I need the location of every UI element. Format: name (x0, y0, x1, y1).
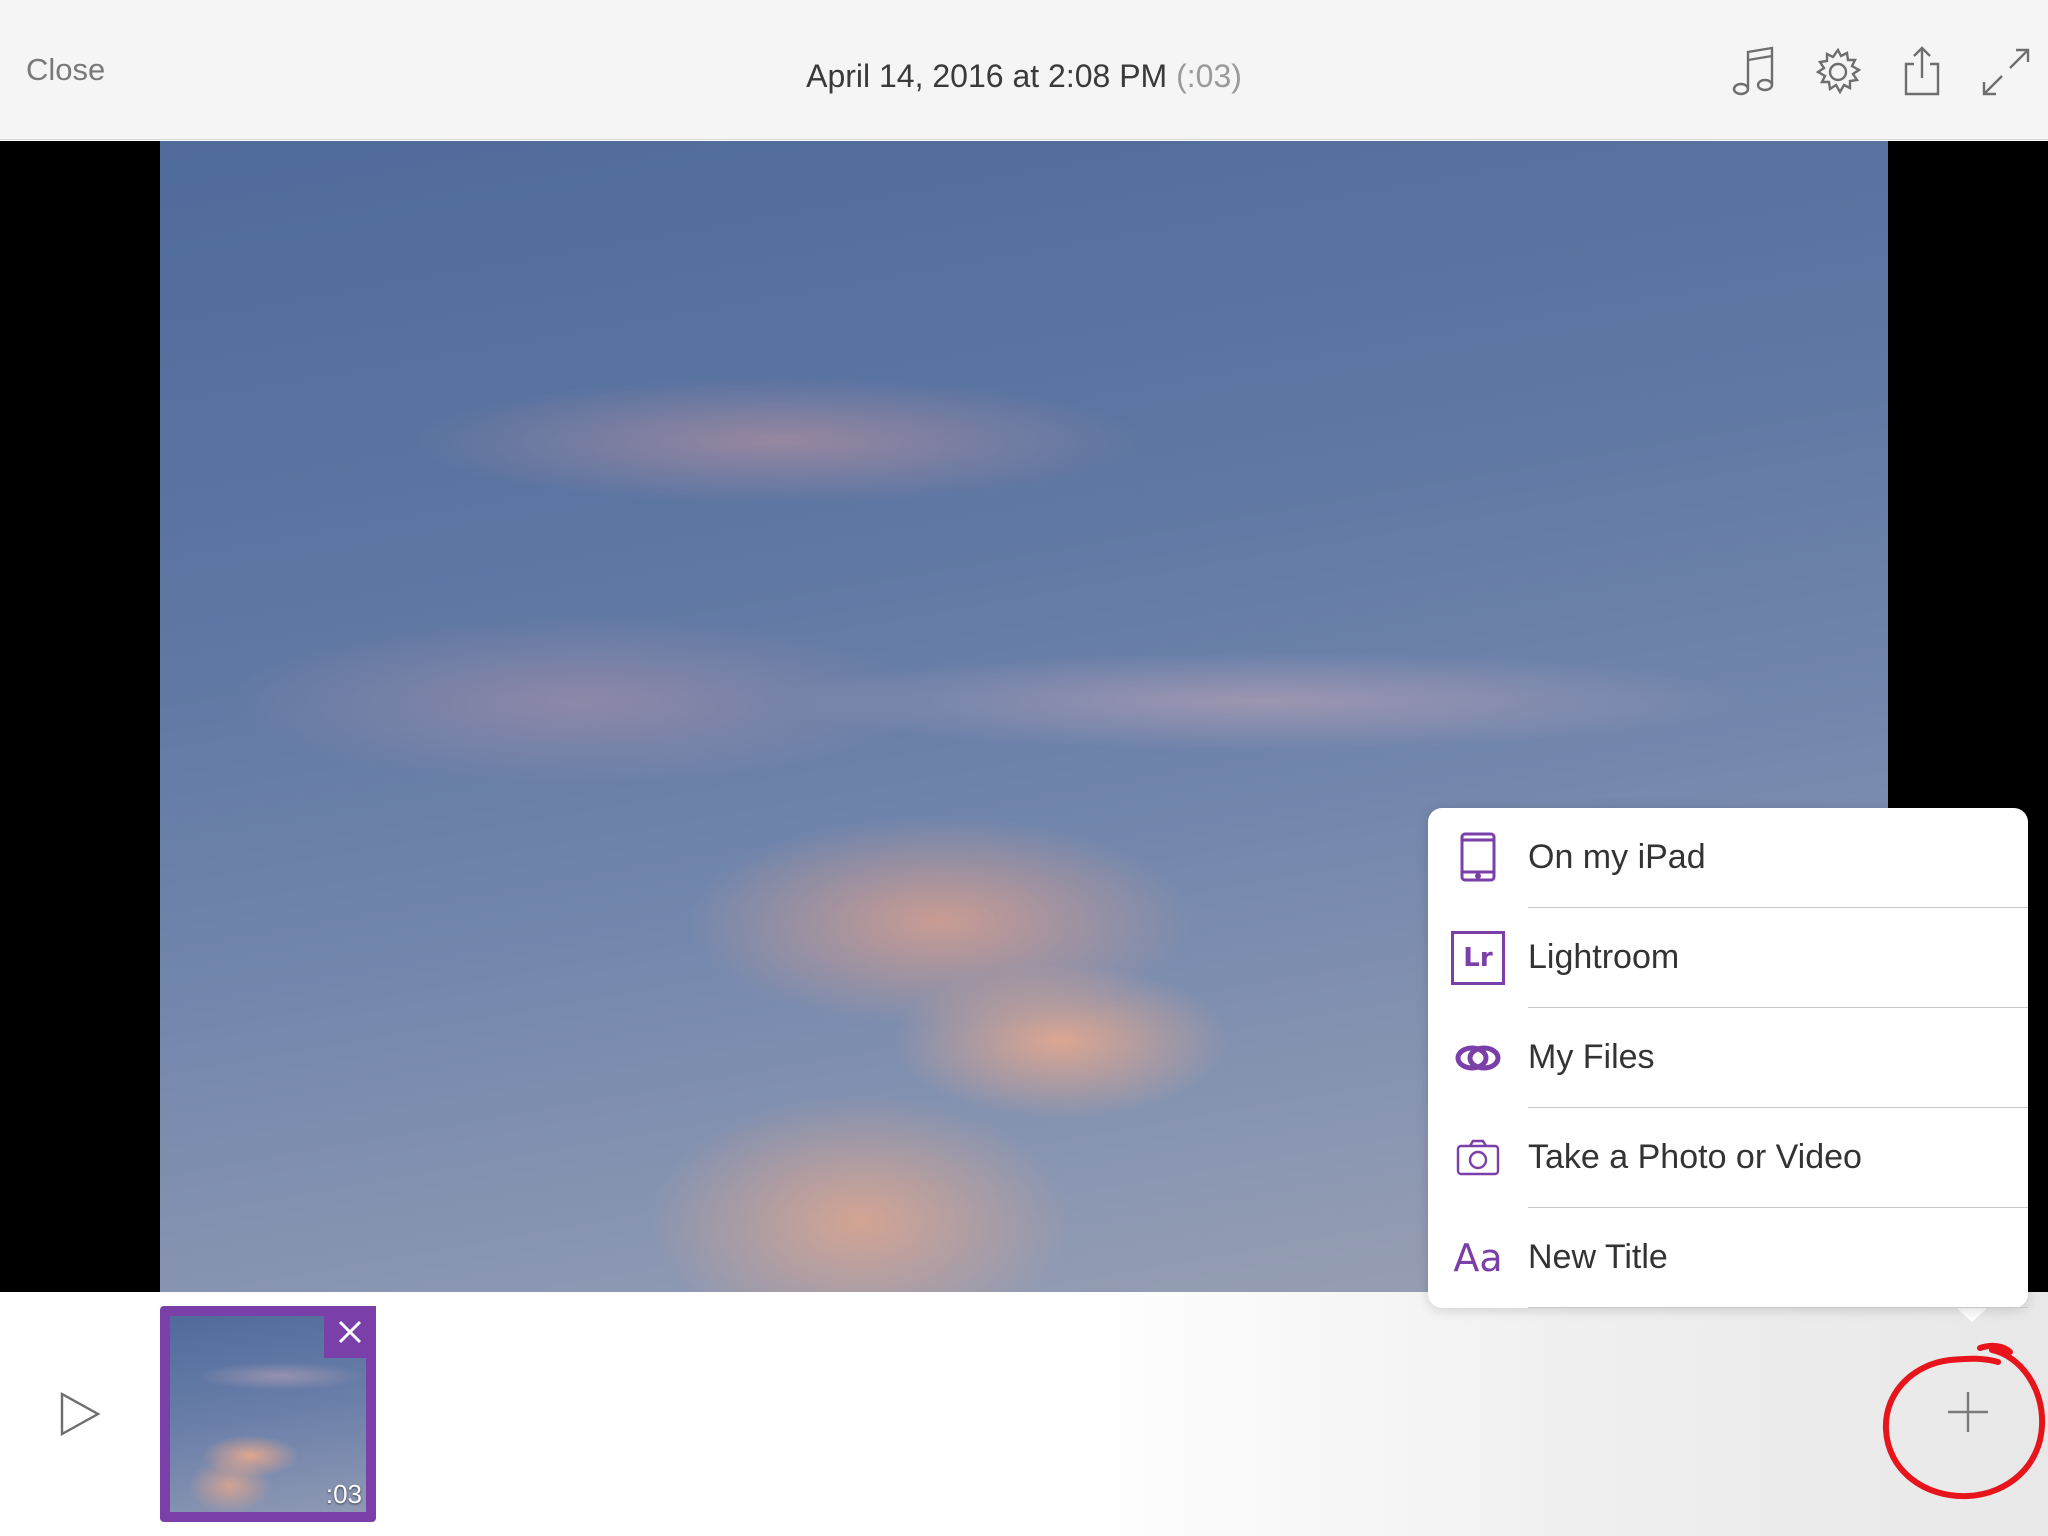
ipad-icon (1450, 830, 1506, 886)
timeline-clip[interactable]: :03 (160, 1306, 376, 1522)
clip-duration: :03 (325, 1479, 362, 1509)
music-icon[interactable] (1726, 44, 1782, 100)
close-icon (338, 1320, 362, 1344)
menu-item-label: My Files (1528, 1038, 1655, 1076)
menu-item-take-photo[interactable]: Take a Photo or Video (1428, 1108, 2028, 1208)
menu-item-new-title[interactable]: Aa New Title (1428, 1208, 2028, 1308)
play-button[interactable] (56, 1390, 104, 1438)
type-icon-text: Aa (1453, 1236, 1503, 1280)
menu-item-label: Lightroom (1528, 938, 1680, 976)
fullscreen-icon[interactable] (1978, 44, 2034, 100)
creative-cloud-icon (1450, 1030, 1506, 1086)
top-bar: Close April 14, 2016 at 2:08 PM (:03) (0, 0, 2048, 140)
remove-clip-button[interactable] (324, 1306, 376, 1358)
lightroom-icon: Lr (1450, 930, 1506, 986)
camera-icon (1450, 1130, 1506, 1186)
menu-item-label: New Title (1528, 1238, 1668, 1276)
gear-icon[interactable] (1810, 44, 1866, 100)
plus-icon (1948, 1392, 1988, 1432)
share-icon[interactable] (1894, 44, 1950, 100)
menu-item-lightroom[interactable]: Lr Lightroom (1428, 908, 2028, 1008)
close-button[interactable]: Close (26, 52, 105, 88)
project-duration: (:03) (1176, 58, 1242, 94)
project-date: April 14, 2016 at 2:08 PM (806, 58, 1168, 94)
menu-item-label: Take a Photo or Video (1528, 1138, 1862, 1176)
type-icon: Aa (1450, 1230, 1506, 1286)
menu-separator (1528, 1307, 2028, 1308)
add-media-button[interactable] (1928, 1372, 2008, 1452)
menu-item-on-my-ipad[interactable]: On my iPad (1428, 808, 2028, 908)
timeline: :03 (0, 1292, 2048, 1536)
lightroom-icon-text: Lr (1451, 931, 1505, 985)
menu-item-label: On my iPad (1528, 838, 1706, 876)
add-media-menu: On my iPad Lr Lightroom My Files Take a … (1428, 808, 2028, 1308)
menu-item-my-files[interactable]: My Files (1428, 1008, 2028, 1108)
